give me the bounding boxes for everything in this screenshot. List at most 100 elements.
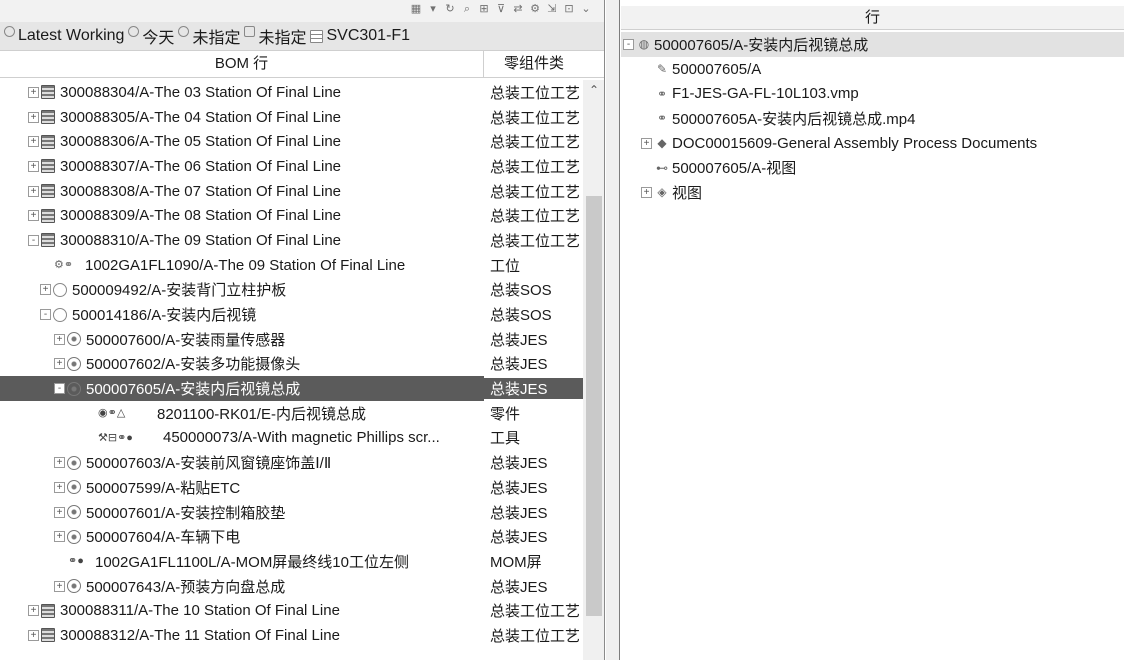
details-row[interactable]: + ◈ 视图 xyxy=(621,180,1124,205)
sos-operation-icon xyxy=(53,282,67,297)
bom-scrollbar[interactable]: ⌃ xyxy=(583,80,604,660)
find-icon[interactable]: ⌕ xyxy=(460,2,474,16)
bom-row-label: 300088308/A-The 07 Station Of Final Line xyxy=(60,182,342,200)
bom-row-label: 500009492/A-安装背门立柱护板 xyxy=(72,282,287,300)
refresh-icon[interactable]: ↻ xyxy=(443,2,457,16)
scroll-thumb[interactable] xyxy=(586,196,602,616)
station-process-icon xyxy=(41,603,55,618)
expand-icon[interactable]: + xyxy=(54,506,65,518)
expand-icon[interactable]: + xyxy=(54,531,65,543)
expand-icon[interactable]: + xyxy=(28,605,39,617)
bom-row[interactable]: +500007601/A-安装控制箱胶垫 总装JES xyxy=(0,500,583,525)
expand-icon[interactable]: ⊞ xyxy=(477,2,491,16)
pane-splitter[interactable] xyxy=(606,0,620,660)
details-row[interactable]: ⚭ F1-JES-GA-FL-10L103.vmp xyxy=(621,81,1124,106)
expand-icon[interactable]: + xyxy=(54,358,65,370)
bom-row[interactable]: ⚙⚭ 1002GA1FL1090/A-The 09 Station Of Fina… xyxy=(0,253,583,278)
effectivity-date-label: 今天 xyxy=(142,30,175,47)
variant-icon xyxy=(244,25,256,37)
bom-row-name-cell: +300088305/A-The 04 Station Of Final Lin… xyxy=(0,105,484,130)
bom-row[interactable]: +500007603/A-安装前风窗镜座饰盖Ⅰ/Ⅱ 总装JES xyxy=(0,450,583,475)
details-row[interactable]: + ◆ DOC00015609-General Assembly Process D… xyxy=(621,131,1124,156)
bom-row[interactable]: +500007599/A-粘贴ETC 总装JES xyxy=(0,475,583,500)
collapse-icon[interactable]: - xyxy=(40,309,51,321)
bom-row[interactable]: +500007602/A-安装多功能摄像头 总装JES xyxy=(0,352,583,377)
expand-icon[interactable]: + xyxy=(28,86,39,98)
expand-icon[interactable]: + xyxy=(28,629,39,641)
collapse-icon[interactable]: - xyxy=(623,38,634,50)
expand-icon[interactable]: + xyxy=(28,160,39,172)
bom-row[interactable]: - 300088310/A-The 09 Station Of Final Lin… xyxy=(0,228,583,253)
details-row[interactable]: ✎ 500007605/A xyxy=(621,57,1124,82)
bom-row[interactable]: +300088309/A-The 08 Station Of Final Lin… xyxy=(0,203,583,228)
filter-icon[interactable]: ⊽ xyxy=(494,2,508,16)
bom-row-label: 1002GA1FL1090/A-The 09 Station Of Final … xyxy=(85,256,406,274)
bom-row[interactable]: +500007604/A-车辆下电 总装JES xyxy=(0,524,583,549)
context-item-selector[interactable]: SVC301-F1 xyxy=(310,27,410,45)
bom-row[interactable]: ◉⚭△ 8201100-RK01/E-内后视镜总成 零件 xyxy=(0,401,583,426)
bom-row[interactable]: +500009492/A-安装背门立柱护板 总装SOS xyxy=(0,278,583,303)
bom-row-name-cell: - 500014186/A-安装内后视镜 xyxy=(0,302,484,327)
expand-icon[interactable]: + xyxy=(54,333,65,345)
bom-row[interactable]: - 500014186/A-安装内后视镜 总装SOS xyxy=(0,302,583,327)
bom-row[interactable]: ⚭● 1002GA1FL1100L/A-MOM屏最终线10工位左侧 MOM屏 xyxy=(0,549,583,574)
expand-icon[interactable]: + xyxy=(641,186,652,198)
configure-icon[interactable]: ⊡ xyxy=(562,2,576,16)
bom-row[interactable]: +500007600/A-安装雨量传感器 总装JES xyxy=(0,327,583,352)
bom-row[interactable]: +300088306/A-The 05 Station Of Final Lin… xyxy=(0,129,583,154)
bom-row[interactable]: +300088304/A-The 03 Station Of Final Lin… xyxy=(0,80,583,105)
export-icon[interactable]: ⇲ xyxy=(545,2,559,16)
details-row[interactable]: ⚭ 500007605A-安装内后视镜总成.mp4 xyxy=(621,106,1124,131)
expand-icon[interactable]: + xyxy=(54,457,65,469)
view-options-icon[interactable]: ▦ xyxy=(409,2,423,16)
bom-row[interactable]: ⚒⊟⚭● 450000073/A-With magnetic Phillips s… xyxy=(0,426,583,451)
column-bom-line[interactable]: BOM 行 xyxy=(0,51,484,77)
bom-row-name-cell: +300088306/A-The 05 Station Of Final Lin… xyxy=(0,129,484,154)
bom-row[interactable]: +300088311/A-The 10 Station Of Final Lin… xyxy=(0,598,583,623)
collapse-icon[interactable]: - xyxy=(28,234,39,246)
bom-row[interactable]: +500007643/A-预装方向盘总成 总装JES xyxy=(0,574,583,599)
details-row[interactable]: ⊷ 500007605/A-视图 xyxy=(621,155,1124,180)
column-item-type[interactable]: 零组件类 xyxy=(484,51,584,77)
bom-row-label: 500007603/A-安装前风窗镜座饰盖Ⅰ/Ⅱ xyxy=(86,455,332,473)
details-pane: 行 - ◍ 500007605/A-安装内后视镜总成 ✎ 500007605/A ⚭ F1-… xyxy=(621,0,1124,660)
bom-row-type: 总装JES xyxy=(490,578,548,596)
unit-selector[interactable]: 未指定 xyxy=(178,24,240,48)
bom-row-type: 总装工位工艺 xyxy=(490,208,581,226)
details-root-row[interactable]: - ◍ 500007605/A-安装内后视镜总成 xyxy=(621,32,1124,57)
expand-icon[interactable]: + xyxy=(54,580,65,592)
expand-icon[interactable]: + xyxy=(28,185,39,197)
revision-rule-selector[interactable]: Latest Working xyxy=(4,25,124,45)
variant-selector[interactable]: 未指定 xyxy=(244,24,306,48)
compare-icon[interactable]: ⇄ xyxy=(511,2,525,16)
collapse-icon[interactable]: - xyxy=(54,383,65,395)
details-column-header[interactable]: 行 xyxy=(621,6,1124,30)
bom-row-name-cell: +500007602/A-安装多功能摄像头 xyxy=(0,352,484,377)
jes-operation-icon xyxy=(67,480,81,495)
bom-row-name-cell: +500007603/A-安装前风窗镜座饰盖Ⅰ/Ⅱ xyxy=(0,450,484,475)
expand-icon[interactable]: + xyxy=(28,111,39,123)
pane-menu-icon[interactable]: ⌄ xyxy=(579,2,593,16)
details-row-label: F1-JES-GA-FL-10L103.vmp xyxy=(672,85,859,103)
bom-row[interactable]: +300088308/A-The 07 Station Of Final Lin… xyxy=(0,179,583,204)
bom-row[interactable]: - 500007605/A-安装内后视镜总成 总装JES xyxy=(0,376,583,401)
bom-row-label: 500014186/A-安装内后视镜 xyxy=(72,307,257,325)
bom-row-label: 300088304/A-The 03 Station Of Final Line xyxy=(60,83,342,101)
scroll-up-icon[interactable]: ⌃ xyxy=(587,84,601,96)
effectivity-date-selector[interactable]: 今天 xyxy=(128,24,174,48)
settings-icon[interactable]: ⚙ xyxy=(528,2,542,16)
expand-icon[interactable]: + xyxy=(28,136,39,148)
bom-row-label: 300088312/A-The 11 Station Of Final Line xyxy=(60,626,340,644)
bom-pane: ▦ ▾ ↻ ⌕ ⊞ ⊽ ⇄ ⚙ ⇲ ⊡ ⌄ Latest Working 今天 … xyxy=(0,0,605,660)
menu-dropdown-icon[interactable]: ▾ xyxy=(426,2,440,16)
unit-label: 未指定 xyxy=(192,30,241,47)
bom-row-label: 500007602/A-安装多功能摄像头 xyxy=(86,356,301,374)
expand-icon[interactable]: + xyxy=(28,210,39,222)
details-row-label: 视图 xyxy=(672,184,703,202)
bom-row[interactable]: +300088312/A-The 11 Station Of Final Lin… xyxy=(0,623,583,648)
expand-icon[interactable]: + xyxy=(40,284,51,296)
bom-row[interactable]: +300088307/A-The 06 Station Of Final Lin… xyxy=(0,154,583,179)
expand-icon[interactable]: + xyxy=(54,481,65,493)
expand-icon[interactable]: + xyxy=(641,137,652,149)
bom-row[interactable]: +300088305/A-The 04 Station Of Final Lin… xyxy=(0,105,583,130)
